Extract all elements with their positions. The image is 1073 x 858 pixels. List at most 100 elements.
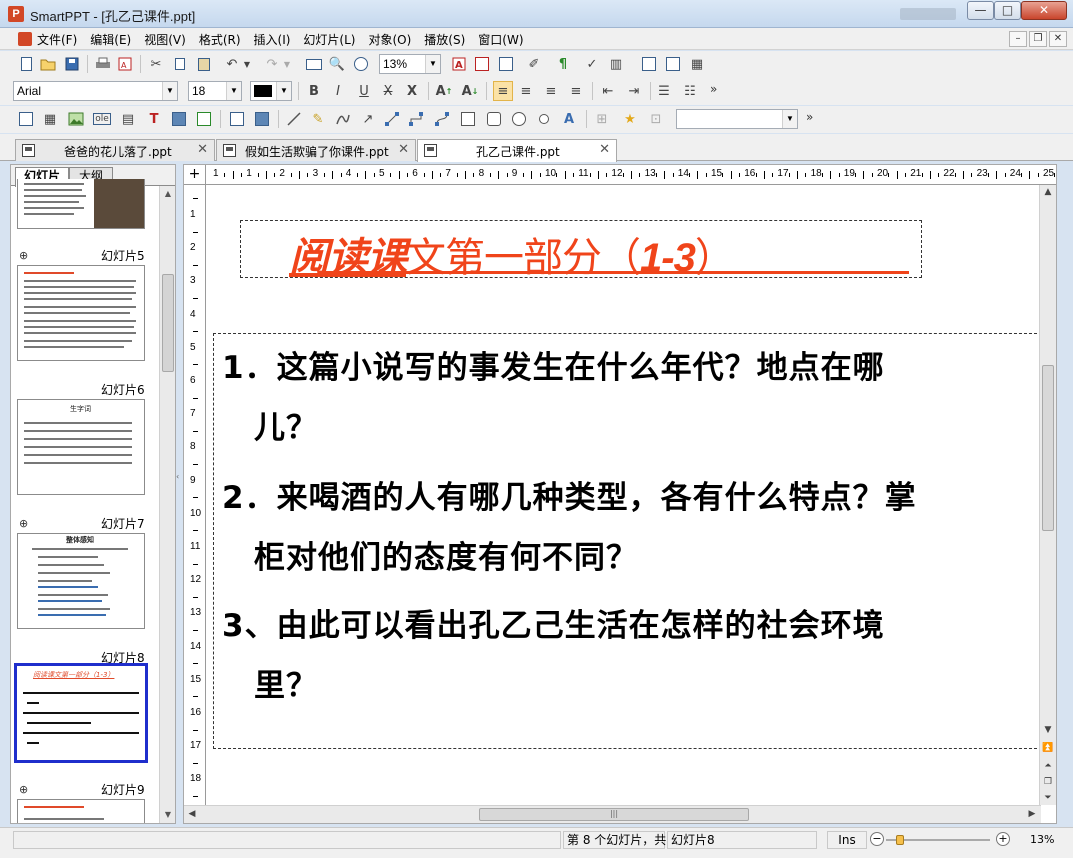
play-slide-icon[interactable]: ⊕ [19, 249, 28, 262]
slide-thumbnail-7[interactable]: 整体感知 [17, 533, 145, 629]
underline-button[interactable]: U [354, 81, 374, 101]
align-center-button[interactable]: ≡ [516, 81, 536, 101]
text-style-icon[interactable]: A [449, 54, 469, 74]
scrollbar-thumb[interactable] [162, 274, 174, 372]
zoom-out-button[interactable]: − [870, 832, 884, 846]
open-folder-icon[interactable] [38, 54, 58, 74]
tab-document-2[interactable]: 假如生活欺骗了你课件.ppt ✕ [216, 139, 416, 161]
doc-close-button[interactable]: ✕ [1049, 31, 1067, 47]
scroll-right-icon[interactable]: ▶ [1024, 807, 1040, 822]
align-right-button[interactable]: ≡ [541, 81, 561, 101]
save-icon[interactable] [62, 54, 82, 74]
rectangle-tool-icon[interactable] [458, 109, 478, 129]
play-slide-icon[interactable]: ⊕ [19, 783, 28, 796]
font-size-combo[interactable]: 18 ▼ [188, 81, 242, 101]
zoom-slider[interactable]: − + [870, 831, 1010, 849]
slide-thumbnail-8[interactable]: 阅读课文第一部分（1-3） [14, 663, 148, 763]
rounded-rectangle-icon[interactable] [484, 109, 504, 129]
wordart-icon[interactable]: A [559, 109, 579, 129]
scroll-left-icon[interactable]: ◀ [184, 807, 200, 822]
menu-slide[interactable]: 幻灯片(L) [303, 31, 355, 48]
insert-object-icon[interactable] [194, 109, 214, 129]
print-icon[interactable] [93, 54, 113, 74]
properties-icon[interactable] [663, 54, 683, 74]
menu-object[interactable]: 对象(O) [368, 31, 411, 48]
menu-insert[interactable]: 插入(I) [254, 31, 291, 48]
page-size-icon[interactable] [304, 54, 324, 74]
slide-thumbnail-4[interactable] [17, 179, 145, 229]
insert-picture-icon[interactable] [66, 109, 86, 129]
slide-thumbnail-5[interactable] [17, 265, 145, 361]
editor-horizontal-scrollbar[interactable]: ◀ ||| ▶ [184, 805, 1041, 823]
toolbar3-overflow-button[interactable]: » [806, 110, 813, 124]
star-effects-icon[interactable]: ★ [620, 109, 640, 129]
bullet-list-icon[interactable]: ☰ [654, 81, 674, 101]
tab-close-icon[interactable]: ✕ [398, 142, 409, 157]
undo-icon[interactable]: ↶ [222, 54, 242, 74]
scroll-down-icon[interactable]: ▼ [1040, 723, 1056, 738]
autoshape-icon[interactable] [534, 109, 554, 129]
ruler-corner[interactable]: + [184, 165, 206, 185]
ungroup-icon[interactable] [252, 109, 272, 129]
insert-ole-icon[interactable]: ole [92, 109, 112, 129]
list-icon[interactable] [496, 54, 516, 74]
slides-panel-scrollbar[interactable]: ▲ ▼ [159, 186, 175, 823]
body-placeholder[interactable]: 1．这篇小说写的事发生在什么年代？地点在哪 儿？ 2．来喝酒的人有哪几种类型，各… [213, 333, 1047, 749]
bold-button[interactable]: B [304, 81, 324, 101]
first-slide-icon[interactable]: ⏫ [1040, 741, 1056, 756]
menu-file[interactable]: 文件(F) [37, 31, 77, 48]
title-placeholder[interactable]: 阅读课文第一部分（1-3） [240, 220, 922, 281]
scroll-up-icon[interactable]: ▲ [160, 186, 175, 202]
undo-dropdown-icon[interactable]: ▼ [241, 54, 253, 74]
insert-chart-icon[interactable]: ▤ [118, 109, 138, 129]
redo-icon[interactable]: ↷ [262, 54, 282, 74]
export-pdf-icon[interactable]: A [115, 54, 135, 74]
slide-show-icon[interactable]: ▦ [687, 54, 707, 74]
format-painter-icon[interactable]: ✐ [524, 54, 544, 74]
slide-canvas[interactable]: 阅读课文第一部分（1-3） 1．这篇小说写的事发生在什么年代？地点在哪 儿？ 2… [207, 186, 1047, 806]
group-icon[interactable] [227, 109, 247, 129]
align-left-button[interactable]: ≡ [493, 81, 513, 101]
insert-table-icon[interactable]: ▦ [40, 109, 60, 129]
grow-font-icon[interactable]: A ↑ [434, 81, 454, 101]
tab-close-icon[interactable]: ✕ [599, 142, 610, 157]
menu-play[interactable]: 播放(S) [424, 31, 465, 48]
numbered-list-icon[interactable]: ☷ [680, 81, 700, 101]
align-objects-icon[interactable]: ⊞ [592, 109, 612, 129]
arrow-tool-icon[interactable]: ↗ [358, 109, 378, 129]
next-slide-icon[interactable]: ⏷ [1040, 791, 1056, 806]
paragraph-mark-icon[interactable]: ¶ [553, 54, 573, 74]
minimize-button[interactable]: — [967, 1, 994, 20]
editor-vertical-scrollbar[interactable]: ▲ ▼ ⏫ ⏶ ❐ ⏷ [1039, 185, 1056, 805]
document-icon[interactable] [18, 32, 32, 46]
menu-format[interactable]: 格式(R) [199, 31, 241, 48]
increase-indent-icon[interactable]: ⇥ [624, 81, 644, 101]
strikethrough-button[interactable]: X [378, 81, 398, 101]
maximize-button[interactable]: □ [994, 1, 1021, 20]
slide-view-icon[interactable]: ❐ [1040, 775, 1056, 790]
redo-dropdown-icon[interactable]: ▼ [281, 54, 293, 74]
font-color-combo[interactable]: ▼ [250, 81, 292, 101]
template-icon[interactable] [639, 54, 659, 74]
curve-connector-icon[interactable] [432, 109, 452, 129]
style-combo[interactable]: ▼ [676, 109, 798, 129]
insert-frame-icon[interactable] [169, 109, 189, 129]
check-spelling-icon[interactable]: ✓ [582, 54, 602, 74]
decrease-indent-icon[interactable]: ⇤ [598, 81, 618, 101]
zoom-combo[interactable]: 13% ▼ [379, 54, 441, 74]
format-table-icon[interactable] [472, 54, 492, 74]
menu-view[interactable]: 视图(V) [144, 31, 186, 48]
slide-thumbnail-9[interactable] [17, 799, 145, 823]
justify-button[interactable]: ≡ [566, 81, 586, 101]
shrink-font-icon[interactable]: A ↓ [460, 81, 480, 101]
ellipse-tool-icon[interactable] [509, 109, 529, 129]
toolbar-overflow-button[interactable]: » [710, 82, 717, 96]
connector-tool-icon[interactable] [382, 109, 402, 129]
zoom-knob[interactable] [896, 835, 905, 845]
pencil-tool-icon[interactable]: ✎ [308, 109, 328, 129]
doc-restore-button[interactable]: ❐ [1029, 31, 1047, 47]
editor-vscroll-thumb[interactable] [1042, 365, 1054, 531]
tab-document-3[interactable]: 孔乙己课件.ppt ✕ [417, 139, 617, 162]
curve-tool-icon[interactable] [333, 109, 353, 129]
clear-format-button[interactable]: X [402, 81, 422, 101]
